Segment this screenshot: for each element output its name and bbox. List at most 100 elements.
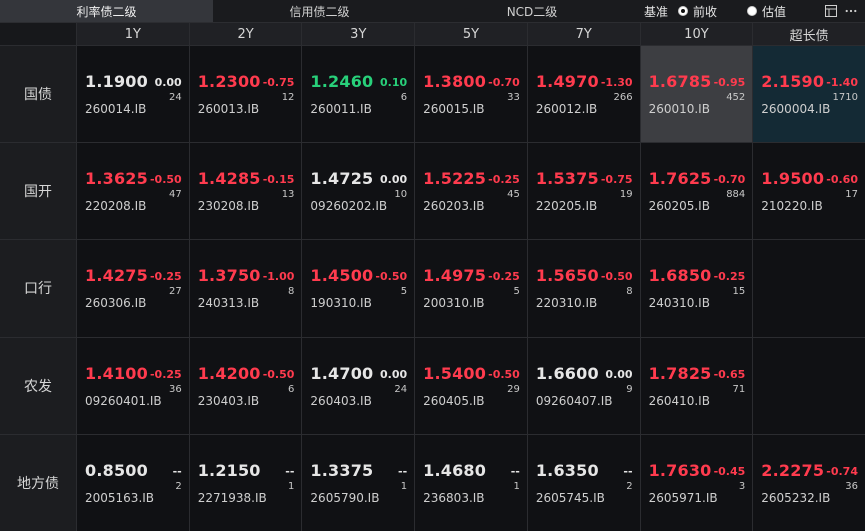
trade-count: 45 bbox=[507, 189, 520, 201]
yield-value: 1.4275 bbox=[85, 266, 148, 286]
quote-cell[interactable]: 1.4200 -0.50 6 230403.IB bbox=[189, 337, 302, 434]
change-value: -1.40 bbox=[826, 76, 858, 89]
quote-cell[interactable]: 1.3800 -0.70 33 260015.IB bbox=[415, 46, 527, 143]
yield-value: 1.3625 bbox=[85, 169, 148, 189]
trade-count: 10 bbox=[394, 189, 408, 201]
column-header: 5Y bbox=[415, 23, 527, 45]
top-bar: 利率债二级 信用债二级 NCD二级 基准 前收 估值 bbox=[0, 0, 865, 23]
trade-count: 29 bbox=[507, 383, 520, 395]
change-value: -0.70 bbox=[488, 76, 520, 89]
bond-code: 260405.IB bbox=[423, 393, 485, 408]
quote-cell[interactable]: 1.7825 -0.65 71 260410.IB bbox=[640, 337, 753, 434]
quote-cell[interactable]: 1.2300 -0.75 12 260013.IB bbox=[189, 46, 302, 143]
radio-selected-icon bbox=[678, 6, 689, 16]
basis-label: 基准 bbox=[644, 4, 669, 19]
quote-cell[interactable]: 1.6785 -0.95 452 260010.IB bbox=[640, 46, 753, 143]
change-value: -0.70 bbox=[713, 173, 746, 187]
column-header: 超长债 bbox=[753, 23, 865, 45]
column-header: 10Y bbox=[640, 23, 753, 45]
radio-valuation[interactable]: 估值 bbox=[747, 3, 786, 20]
quote-cell[interactable]: 2.1590 -1.40 1710 2600004.IB bbox=[753, 46, 865, 143]
change-value: -0.25 bbox=[713, 270, 746, 284]
change-value: -0.25 bbox=[149, 270, 182, 284]
yield-value: 2.1590 bbox=[761, 72, 825, 91]
bond-code: 260306.IB bbox=[85, 296, 147, 311]
quote-cell[interactable]: 1.5225 -0.25 45 260203.IB bbox=[415, 143, 527, 240]
yield-value: 1.5225 bbox=[423, 169, 487, 189]
change-value: -0.45 bbox=[713, 464, 746, 478]
quote-cell[interactable]: 1.6600 0.00 9 09260407.IB bbox=[527, 337, 640, 434]
change-value: -0.60 bbox=[826, 173, 858, 187]
bond-code: 220205.IB bbox=[535, 199, 598, 214]
bond-code: 2605232.IB bbox=[761, 490, 831, 505]
bond-code: 2005163.IB bbox=[85, 490, 155, 505]
quote-cell[interactable]: 1.7625 -0.70 884 260205.IB bbox=[640, 143, 753, 240]
quote-cell[interactable]: 1.5375 -0.75 19 220205.IB bbox=[527, 143, 640, 240]
quote-cell[interactable]: 1.3625 -0.50 47 220208.IB bbox=[77, 143, 189, 240]
quote-cell[interactable]: 1.5400 -0.50 29 260405.IB bbox=[415, 337, 527, 434]
trade-count: 71 bbox=[732, 383, 746, 395]
more-icon[interactable] bbox=[845, 5, 857, 17]
change-value: -0.74 bbox=[826, 464, 858, 478]
quote-cell[interactable]: 1.4725 0.00 10 09260202.IB bbox=[302, 143, 415, 240]
yield-value: 1.2460 bbox=[310, 72, 374, 91]
yield-value: 1.3375 bbox=[310, 460, 374, 480]
radio-prev-close[interactable]: 前收 bbox=[678, 3, 717, 20]
bond-code: 260011.IB bbox=[310, 102, 372, 116]
quote-cell[interactable]: 2.2275 -0.74 36 2605232.IB bbox=[753, 434, 865, 531]
yield-value: 1.5650 bbox=[535, 266, 599, 286]
yield-value: 1.7630 bbox=[648, 460, 712, 480]
change-value: 0.00 bbox=[380, 367, 408, 381]
quote-cell[interactable]: 1.9500 -0.60 17 210220.IB bbox=[753, 143, 865, 240]
yield-value: 1.6350 bbox=[535, 460, 599, 480]
quote-cell[interactable]: 1.2150 -- 1 2271938.IB bbox=[189, 434, 302, 531]
row-header: 国开 bbox=[0, 143, 76, 240]
yield-value: 1.1900 bbox=[85, 72, 148, 91]
trade-count: 33 bbox=[507, 92, 520, 103]
bond-code: 2600004.IB bbox=[761, 102, 831, 116]
quote-cell[interactable]: 1.4285 -0.15 13 230208.IB bbox=[189, 143, 302, 240]
radio-unselected-icon bbox=[747, 6, 758, 16]
quote-cell[interactable]: 1.4275 -0.25 27 260306.IB bbox=[77, 240, 189, 337]
grid-corner bbox=[0, 23, 76, 45]
layout-icon[interactable] bbox=[825, 5, 837, 17]
quote-cell[interactable]: 1.4100 -0.25 36 09260401.IB bbox=[77, 337, 189, 434]
quote-cell[interactable]: 1.4970 -1.30 266 260012.IB bbox=[527, 46, 640, 143]
empty-cell bbox=[753, 240, 865, 337]
quote-cell[interactable]: 0.8500 -- 2 2005163.IB bbox=[77, 434, 189, 531]
yield-value: 1.3750 bbox=[197, 266, 261, 286]
tab-rate-bond-secondary[interactable]: 利率债二级 bbox=[0, 0, 213, 22]
change-value: -0.15 bbox=[262, 173, 295, 187]
change-value: -1.00 bbox=[262, 270, 295, 284]
tab-credit-bond-secondary[interactable]: 信用债二级 bbox=[213, 0, 426, 22]
quote-cell[interactable]: 1.7630 -0.45 3 2605971.IB bbox=[640, 434, 753, 531]
yield-value: 1.7625 bbox=[648, 169, 712, 189]
column-header: 1Y bbox=[77, 23, 189, 45]
quote-cell[interactable]: 1.3375 -- 1 2605790.IB bbox=[302, 434, 415, 531]
quote-cell[interactable]: 1.5650 -0.50 8 220310.IB bbox=[527, 240, 640, 337]
quote-cell[interactable]: 1.6350 -- 2 2605745.IB bbox=[527, 434, 640, 531]
tab-ncd-secondary[interactable]: NCD二级 bbox=[426, 0, 638, 22]
quote-cell[interactable]: 1.1900 0.00 24 260014.IB bbox=[77, 46, 189, 143]
bond-code: 260012.IB bbox=[535, 102, 598, 116]
yield-value: 1.9500 bbox=[761, 169, 825, 189]
yield-value: 1.2300 bbox=[197, 72, 261, 91]
quote-cell[interactable]: 1.4700 0.00 24 260403.IB bbox=[302, 337, 415, 434]
change-value: -- bbox=[172, 464, 182, 478]
change-value: -- bbox=[510, 464, 520, 478]
trade-count: 6 bbox=[400, 92, 408, 103]
quote-cell[interactable]: 1.4680 -- 1 236803.IB bbox=[415, 434, 527, 531]
bond-code: 260013.IB bbox=[197, 102, 260, 116]
yield-value: 1.6600 bbox=[535, 363, 599, 383]
bond-code: 260410.IB bbox=[648, 393, 710, 408]
column-header: 2Y bbox=[189, 23, 302, 45]
quote-cell[interactable]: 1.4500 -0.50 5 190310.IB bbox=[302, 240, 415, 337]
bond-code: 09260407.IB bbox=[535, 393, 613, 408]
quote-cell[interactable]: 1.6850 -0.25 15 240310.IB bbox=[640, 240, 753, 337]
quote-cell[interactable]: 1.3750 -1.00 8 240313.IB bbox=[189, 240, 302, 337]
bond-code: 2271938.IB bbox=[197, 490, 267, 505]
row-header: 农发 bbox=[0, 337, 76, 434]
quote-cell[interactable]: 1.4975 -0.25 5 200310.IB bbox=[415, 240, 527, 337]
trade-count: 2 bbox=[626, 480, 633, 492]
quote-cell[interactable]: 1.2460 0.10 6 260011.IB bbox=[302, 46, 415, 143]
